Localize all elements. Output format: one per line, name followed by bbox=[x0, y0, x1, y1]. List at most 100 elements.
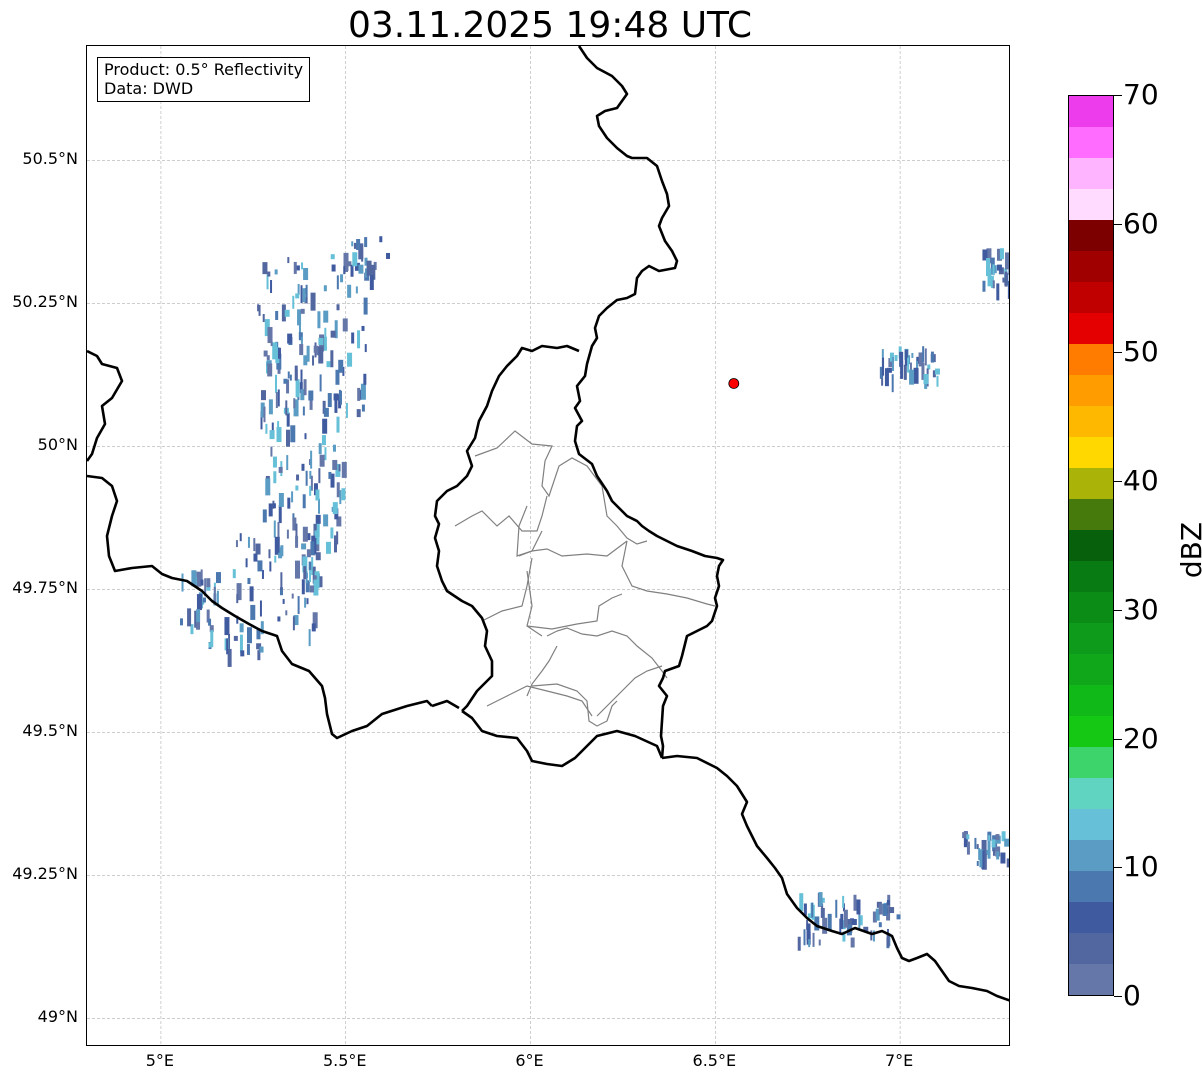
radar-echo bbox=[208, 642, 211, 648]
radar-echo bbox=[284, 309, 290, 317]
radar-echo bbox=[315, 552, 321, 561]
radar-echo bbox=[274, 555, 277, 563]
colorbar-segment bbox=[1069, 840, 1113, 871]
y-tick-label: 50.25°N bbox=[12, 292, 78, 312]
radar-echo bbox=[309, 485, 312, 496]
radar-echo bbox=[1004, 271, 1008, 287]
radar-echo bbox=[992, 280, 995, 289]
radar-echo bbox=[263, 407, 266, 423]
x-tick-label: 5°E bbox=[145, 1051, 175, 1070]
radar-echo bbox=[274, 269, 278, 275]
radar-echo bbox=[247, 578, 251, 585]
radar-echo bbox=[305, 470, 308, 486]
radar-echo bbox=[265, 423, 268, 434]
radar-echo bbox=[277, 522, 280, 538]
radar-echo bbox=[282, 598, 285, 604]
colorbar-tick bbox=[1114, 609, 1122, 611]
radar-echo bbox=[196, 609, 201, 623]
radar-echo bbox=[275, 374, 278, 393]
radar-echo bbox=[996, 851, 1000, 860]
colorbar-segment bbox=[1069, 406, 1113, 437]
y-tick-label: 50°N bbox=[37, 435, 78, 455]
radar-site-marker[interactable] bbox=[728, 378, 740, 389]
radar-echo bbox=[277, 389, 280, 407]
radar-map[interactable] bbox=[86, 45, 1010, 1046]
border-germany-belgium bbox=[573, 46, 725, 759]
radar-echo bbox=[293, 261, 297, 274]
colorbar-segment bbox=[1069, 251, 1113, 282]
radar-echo bbox=[318, 443, 322, 455]
radar-echo bbox=[896, 914, 901, 920]
radar-echo bbox=[239, 634, 243, 653]
radar-echo bbox=[851, 919, 857, 926]
radar-echo bbox=[308, 629, 311, 647]
colorbar-tick-label: 50 bbox=[1123, 335, 1159, 369]
radar-echo bbox=[179, 618, 183, 626]
radar-echo bbox=[850, 937, 855, 948]
radar-echo bbox=[299, 344, 304, 356]
radar-echo bbox=[818, 939, 821, 946]
radar-echo bbox=[268, 503, 273, 517]
colorbar-segment bbox=[1069, 654, 1113, 685]
radar-echo bbox=[996, 283, 1000, 301]
radar-echo bbox=[297, 309, 302, 326]
radar-echo bbox=[272, 456, 277, 468]
radar-echo bbox=[287, 333, 293, 344]
radar-site-layer bbox=[728, 378, 740, 389]
radar-echo bbox=[332, 502, 338, 515]
radar-echo bbox=[341, 461, 347, 478]
radar-echo bbox=[323, 310, 329, 323]
radar-echo bbox=[306, 549, 311, 558]
radar-echo bbox=[992, 849, 995, 856]
radar-echo bbox=[240, 650, 245, 657]
radar-echo bbox=[966, 841, 970, 855]
radar-echo bbox=[842, 895, 845, 908]
radar-echo bbox=[340, 274, 344, 283]
radar-echo bbox=[386, 252, 391, 259]
colorbar-segment bbox=[1069, 933, 1113, 964]
radar-echo bbox=[351, 332, 355, 344]
radar-echo bbox=[291, 593, 294, 599]
colorbar-tick-label: 40 bbox=[1123, 464, 1159, 498]
radar-echo bbox=[882, 357, 885, 376]
colorbar-segment bbox=[1069, 468, 1113, 499]
colorbar-segment bbox=[1069, 685, 1113, 716]
radar-echo bbox=[294, 560, 300, 579]
radar-echo bbox=[301, 262, 304, 270]
radar-echo bbox=[227, 648, 232, 667]
map-canvas bbox=[87, 46, 1009, 1045]
radar-echo bbox=[246, 643, 250, 655]
radar-echo bbox=[357, 330, 361, 349]
border-germany-france bbox=[661, 754, 1009, 1002]
radar-echo bbox=[280, 572, 283, 591]
radar-echo bbox=[267, 271, 271, 277]
radar-echo bbox=[894, 354, 898, 361]
radar-echo bbox=[1006, 858, 1009, 868]
radar-echo bbox=[909, 369, 915, 385]
border-france-south bbox=[431, 699, 460, 710]
radar-echo bbox=[318, 346, 324, 364]
colorbar-segment bbox=[1069, 964, 1113, 995]
radar-echo bbox=[259, 600, 262, 617]
colorbar-tick bbox=[1114, 481, 1122, 483]
radar-echo bbox=[275, 310, 279, 320]
radar-echo bbox=[304, 433, 307, 440]
radar-echo bbox=[226, 638, 229, 655]
colorbar-segment bbox=[1069, 561, 1113, 592]
colorbar-tick bbox=[1114, 223, 1122, 225]
district-line bbox=[518, 540, 628, 557]
colorbar-tick-label: 60 bbox=[1123, 206, 1159, 240]
colorbar-segment bbox=[1069, 344, 1113, 375]
radar-echo bbox=[982, 280, 986, 292]
radar-echo bbox=[899, 351, 904, 367]
info-data-source: Data: DWD bbox=[104, 79, 194, 98]
x-tick-label: 6°E bbox=[515, 1051, 544, 1070]
radar-echo bbox=[324, 447, 327, 461]
radar-echo bbox=[987, 840, 991, 859]
radar-echo bbox=[278, 466, 283, 473]
radar-echo bbox=[827, 913, 832, 931]
radar-echo bbox=[302, 406, 305, 416]
radar-echo bbox=[364, 344, 367, 353]
colorbar-segment bbox=[1069, 778, 1113, 809]
radar-echo bbox=[267, 327, 273, 344]
